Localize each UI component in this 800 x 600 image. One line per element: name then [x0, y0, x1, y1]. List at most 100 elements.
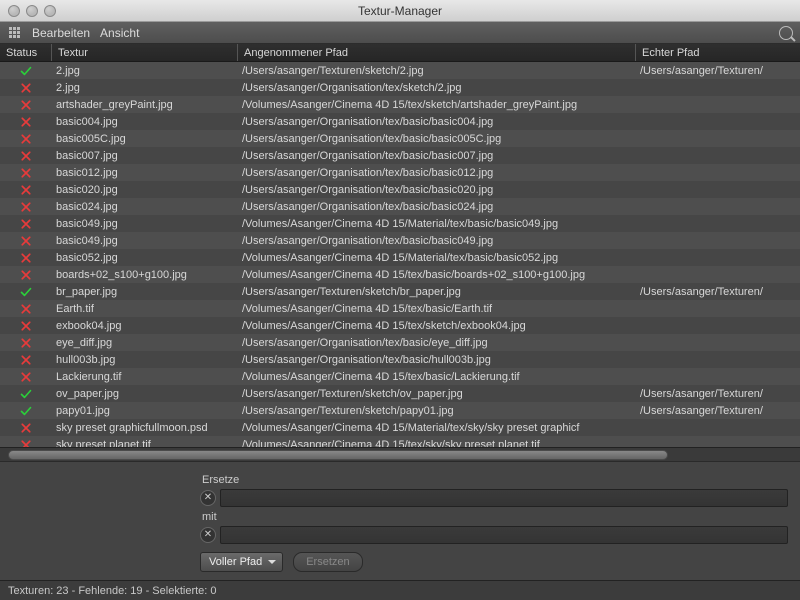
table-row[interactable]: eye_diff.jpg/Users/asanger/Organisation/… — [0, 334, 800, 351]
table-row[interactable]: 2.jpg/Users/asanger/Organisation/tex/ske… — [0, 79, 800, 96]
check-icon — [0, 405, 52, 417]
assumed-path: /Volumes/Asanger/Cinema 4D 15/Material/t… — [238, 422, 636, 434]
clear-with-icon[interactable]: ✕ — [200, 527, 216, 543]
with-input[interactable] — [220, 526, 788, 544]
with-label: mit — [202, 511, 788, 523]
table-row[interactable]: basic049.jpg/Volumes/Asanger/Cinema 4D 1… — [0, 215, 800, 232]
table-row[interactable]: basic012.jpg/Users/asanger/Organisation/… — [0, 164, 800, 181]
assumed-path: /Volumes/Asanger/Cinema 4D 15/tex/sketch… — [238, 320, 636, 332]
real-path: /Users/asanger/Texturen/ — [636, 286, 800, 298]
table-row[interactable]: 2.jpg/Users/asanger/Texturen/sketch/2.jp… — [0, 62, 800, 79]
column-header-real-path[interactable]: Echter Pfad — [636, 44, 800, 61]
clear-replace-icon[interactable]: ✕ — [200, 490, 216, 506]
table-row[interactable]: basic052.jpg/Volumes/Asanger/Cinema 4D 1… — [0, 249, 800, 266]
table-row[interactable]: papy01.jpg/Users/asanger/Texturen/sketch… — [0, 402, 800, 419]
table-row[interactable]: sky preset graphicfullmoon.psd/Volumes/A… — [0, 419, 800, 436]
texture-name: br_paper.jpg — [52, 286, 238, 298]
texture-name: Earth.tif — [52, 303, 238, 315]
assumed-path: /Users/asanger/Organisation/tex/basic/ba… — [238, 150, 636, 162]
texture-name: basic049.jpg — [52, 235, 238, 247]
cross-icon — [0, 133, 52, 145]
assumed-path: /Users/asanger/Organisation/tex/basic/ba… — [238, 133, 636, 145]
texture-name: ov_paper.jpg — [52, 388, 238, 400]
assumed-path: /Users/asanger/Organisation/tex/basic/ba… — [238, 167, 636, 179]
table-row[interactable]: ov_paper.jpg/Users/asanger/Texturen/sket… — [0, 385, 800, 402]
horizontal-scrollbar[interactable] — [0, 447, 800, 461]
window-title: Textur-Manager — [0, 4, 800, 18]
table-row[interactable]: artshader_greyPaint.jpg/Volumes/Asanger/… — [0, 96, 800, 113]
check-icon — [0, 388, 52, 400]
table-row[interactable]: Earth.tif/Volumes/Asanger/Cinema 4D 15/t… — [0, 300, 800, 317]
table-row[interactable]: basic004.jpg/Users/asanger/Organisation/… — [0, 113, 800, 130]
cross-icon — [0, 116, 52, 128]
texture-name: basic049.jpg — [52, 218, 238, 230]
table-row[interactable]: sky preset planet.tif/Volumes/Asanger/Ci… — [0, 436, 800, 447]
column-header-status[interactable]: Status — [0, 44, 52, 61]
cross-icon — [0, 337, 52, 349]
cross-icon — [0, 218, 52, 230]
texture-name: papy01.jpg — [52, 405, 238, 417]
cross-icon — [0, 99, 52, 111]
menubar: Bearbeiten Ansicht — [0, 22, 800, 44]
texture-name: basic012.jpg — [52, 167, 238, 179]
texture-name: 2.jpg — [52, 82, 238, 94]
assumed-path: /Users/asanger/Texturen/sketch/2.jpg — [238, 65, 636, 77]
menu-view[interactable]: Ansicht — [100, 26, 139, 40]
texture-name: artshader_greyPaint.jpg — [52, 99, 238, 111]
search-icon[interactable] — [778, 26, 794, 40]
assumed-path: /Users/asanger/Organisation/tex/basic/ba… — [238, 116, 636, 128]
table-row[interactable]: basic007.jpg/Users/asanger/Organisation/… — [0, 147, 800, 164]
table-row[interactable]: br_paper.jpg/Users/asanger/Texturen/sket… — [0, 283, 800, 300]
assumed-path: /Users/asanger/Organisation/tex/basic/ba… — [238, 184, 636, 196]
scrollbar-thumb[interactable] — [8, 450, 668, 460]
table-row[interactable]: basic020.jpg/Users/asanger/Organisation/… — [0, 181, 800, 198]
column-header-texture[interactable]: Textur — [52, 44, 238, 61]
texture-name: basic007.jpg — [52, 150, 238, 162]
replace-panel: Ersetze ✕ mit ✕ Voller Pfad Ersetzen — [0, 461, 800, 580]
close-window-icon[interactable] — [8, 5, 20, 17]
replace-button[interactable]: Ersetzen — [293, 552, 362, 572]
texture-name: basic004.jpg — [52, 116, 238, 128]
assumed-path: /Users/asanger/Organisation/tex/basic/ba… — [238, 235, 636, 247]
assumed-path: /Users/asanger/Organisation/tex/sketch/2… — [238, 82, 636, 94]
texture-name: sky preset planet.tif — [52, 439, 238, 448]
table-row[interactable]: basic049.jpg/Users/asanger/Organisation/… — [0, 232, 800, 249]
minimize-window-icon[interactable] — [26, 5, 38, 17]
replace-mode-dropdown[interactable]: Voller Pfad — [200, 552, 283, 572]
cross-icon — [0, 201, 52, 213]
replace-mode-label: Voller Pfad — [209, 556, 262, 568]
assumed-path: /Users/asanger/Texturen/sketch/papy01.jp… — [238, 405, 636, 417]
texture-name: boards+02_s100+g100.jpg — [52, 269, 238, 281]
assumed-path: /Users/asanger/Organisation/tex/basic/ey… — [238, 337, 636, 349]
status-text: Texturen: 23 - Fehlende: 19 - Selektiert… — [8, 585, 217, 597]
texture-name: basic005C.jpg — [52, 133, 238, 145]
table-row[interactable]: Lackierung.tif/Volumes/Asanger/Cinema 4D… — [0, 368, 800, 385]
table-header: Status Textur Angenommener Pfad Echter P… — [0, 44, 800, 62]
zoom-window-icon[interactable] — [44, 5, 56, 17]
table-row[interactable]: exbook04.jpg/Volumes/Asanger/Cinema 4D 1… — [0, 317, 800, 334]
cross-icon — [0, 371, 52, 383]
window-controls — [0, 5, 56, 17]
table-row[interactable]: basic024.jpg/Users/asanger/Organisation/… — [0, 198, 800, 215]
table-row[interactable]: boards+02_s100+g100.jpg/Volumes/Asanger/… — [0, 266, 800, 283]
assumed-path: /Volumes/Asanger/Cinema 4D 15/Material/t… — [238, 252, 636, 264]
column-header-assumed-path[interactable]: Angenommener Pfad — [238, 44, 636, 61]
table-row[interactable]: hull003b.jpg/Users/asanger/Organisation/… — [0, 351, 800, 368]
replace-label: Ersetze — [202, 474, 788, 486]
app-grid-icon[interactable] — [6, 26, 22, 40]
table-row[interactable]: basic005C.jpg/Users/asanger/Organisation… — [0, 130, 800, 147]
texture-name: basic020.jpg — [52, 184, 238, 196]
assumed-path: /Volumes/Asanger/Cinema 4D 15/tex/sketch… — [238, 99, 636, 111]
texture-name: 2.jpg — [52, 65, 238, 77]
cross-icon — [0, 354, 52, 366]
cross-icon — [0, 269, 52, 281]
cross-icon — [0, 252, 52, 264]
replace-input[interactable] — [220, 489, 788, 507]
texture-name: basic052.jpg — [52, 252, 238, 264]
menu-edit[interactable]: Bearbeiten — [32, 26, 90, 40]
cross-icon — [0, 82, 52, 94]
titlebar: Textur-Manager — [0, 0, 800, 22]
assumed-path: /Volumes/Asanger/Cinema 4D 15/tex/basic/… — [238, 371, 636, 383]
assumed-path: /Users/asanger/Texturen/sketch/ov_paper.… — [238, 388, 636, 400]
assumed-path: /Users/asanger/Texturen/sketch/br_paper.… — [238, 286, 636, 298]
